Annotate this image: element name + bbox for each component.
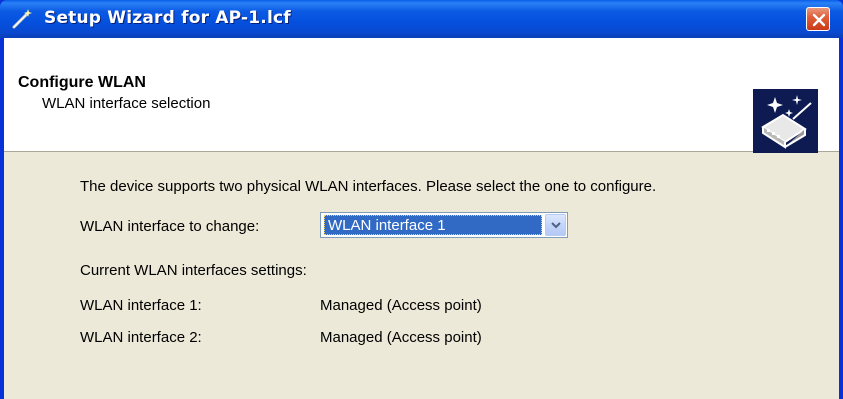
- current-settings-label: Current WLAN interfaces settings:: [80, 262, 307, 279]
- title-bar[interactable]: Setup Wizard for AP-1.lcf: [0, 0, 843, 38]
- dropdown-button[interactable]: [545, 214, 566, 236]
- dialog-body: Configure WLAN WLAN interface selection: [4, 38, 839, 399]
- wizard-window: Setup Wizard for AP-1.lcf Configure WLAN…: [0, 0, 843, 399]
- interface-1-mode: Managed (Access point): [320, 297, 482, 314]
- window-title: Setup Wizard for AP-1.lcf: [44, 8, 291, 28]
- page-subtitle: WLAN interface selection: [42, 95, 211, 112]
- page-title: Configure WLAN: [18, 74, 146, 91]
- interface-2-name: WLAN interface 2:: [80, 329, 202, 346]
- wlan-interface-select[interactable]: WLAN interface 1: [320, 212, 568, 238]
- wlan-interface-select-value: WLAN interface 1: [324, 215, 542, 235]
- intro-text: The device supports two physical WLAN in…: [80, 178, 657, 195]
- wizard-header: Configure WLAN WLAN interface selection: [4, 38, 839, 153]
- wizard-device-sparkle-icon: [753, 89, 818, 153]
- interface-2-mode: Managed (Access point): [320, 329, 482, 346]
- chevron-down-icon: [551, 222, 561, 229]
- close-icon: [812, 13, 826, 27]
- close-button[interactable]: [806, 7, 830, 31]
- interface-change-label: WLAN interface to change:: [80, 218, 260, 235]
- interface-1-name: WLAN interface 1:: [80, 297, 202, 314]
- magic-wand-icon: [12, 9, 32, 29]
